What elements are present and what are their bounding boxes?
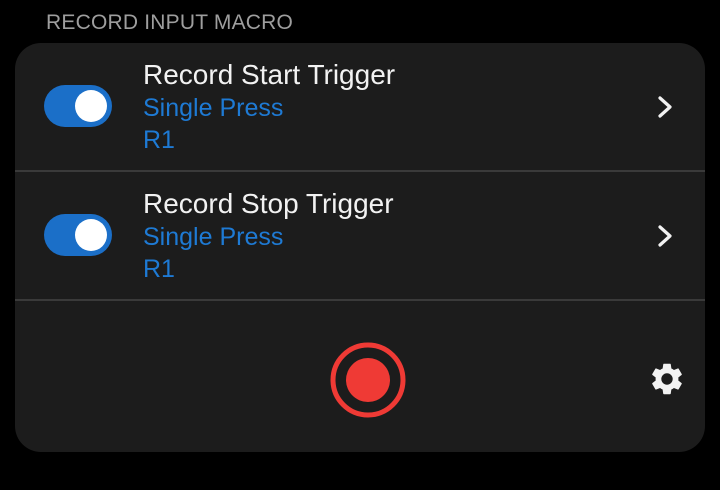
chevron-right-icon[interactable]: [653, 93, 677, 121]
macro-footer: [15, 301, 705, 452]
record-stop-texts: Record Stop Trigger Single Press R1: [143, 187, 394, 285]
record-icon[interactable]: [329, 341, 407, 419]
trigger-mode: Single Press: [143, 94, 284, 122]
trigger-button: R1: [143, 255, 175, 283]
gear-icon[interactable]: [648, 360, 686, 398]
chevron-right-icon[interactable]: [653, 222, 677, 250]
toggle-knob: [75, 90, 107, 122]
toggle-knob: [75, 219, 107, 251]
record-start-trigger-row[interactable]: Record Start Trigger Single Press R1: [15, 43, 705, 171]
record-start-texts: Record Start Trigger Single Press R1: [143, 58, 395, 156]
macro-card: Record Start Trigger Single Press R1 Rec…: [15, 43, 705, 452]
trigger-mode: Single Press: [143, 223, 284, 251]
record-stop-trigger-row[interactable]: Record Stop Trigger Single Press R1: [15, 172, 705, 300]
trigger-title: Record Start Trigger: [143, 59, 396, 90]
record-start-toggle[interactable]: [44, 85, 112, 127]
trigger-button: R1: [143, 126, 175, 154]
section-title: RECORD INPUT MACRO: [46, 11, 294, 34]
record-stop-toggle[interactable]: [44, 214, 112, 256]
trigger-title: Record Stop Trigger: [143, 188, 394, 219]
